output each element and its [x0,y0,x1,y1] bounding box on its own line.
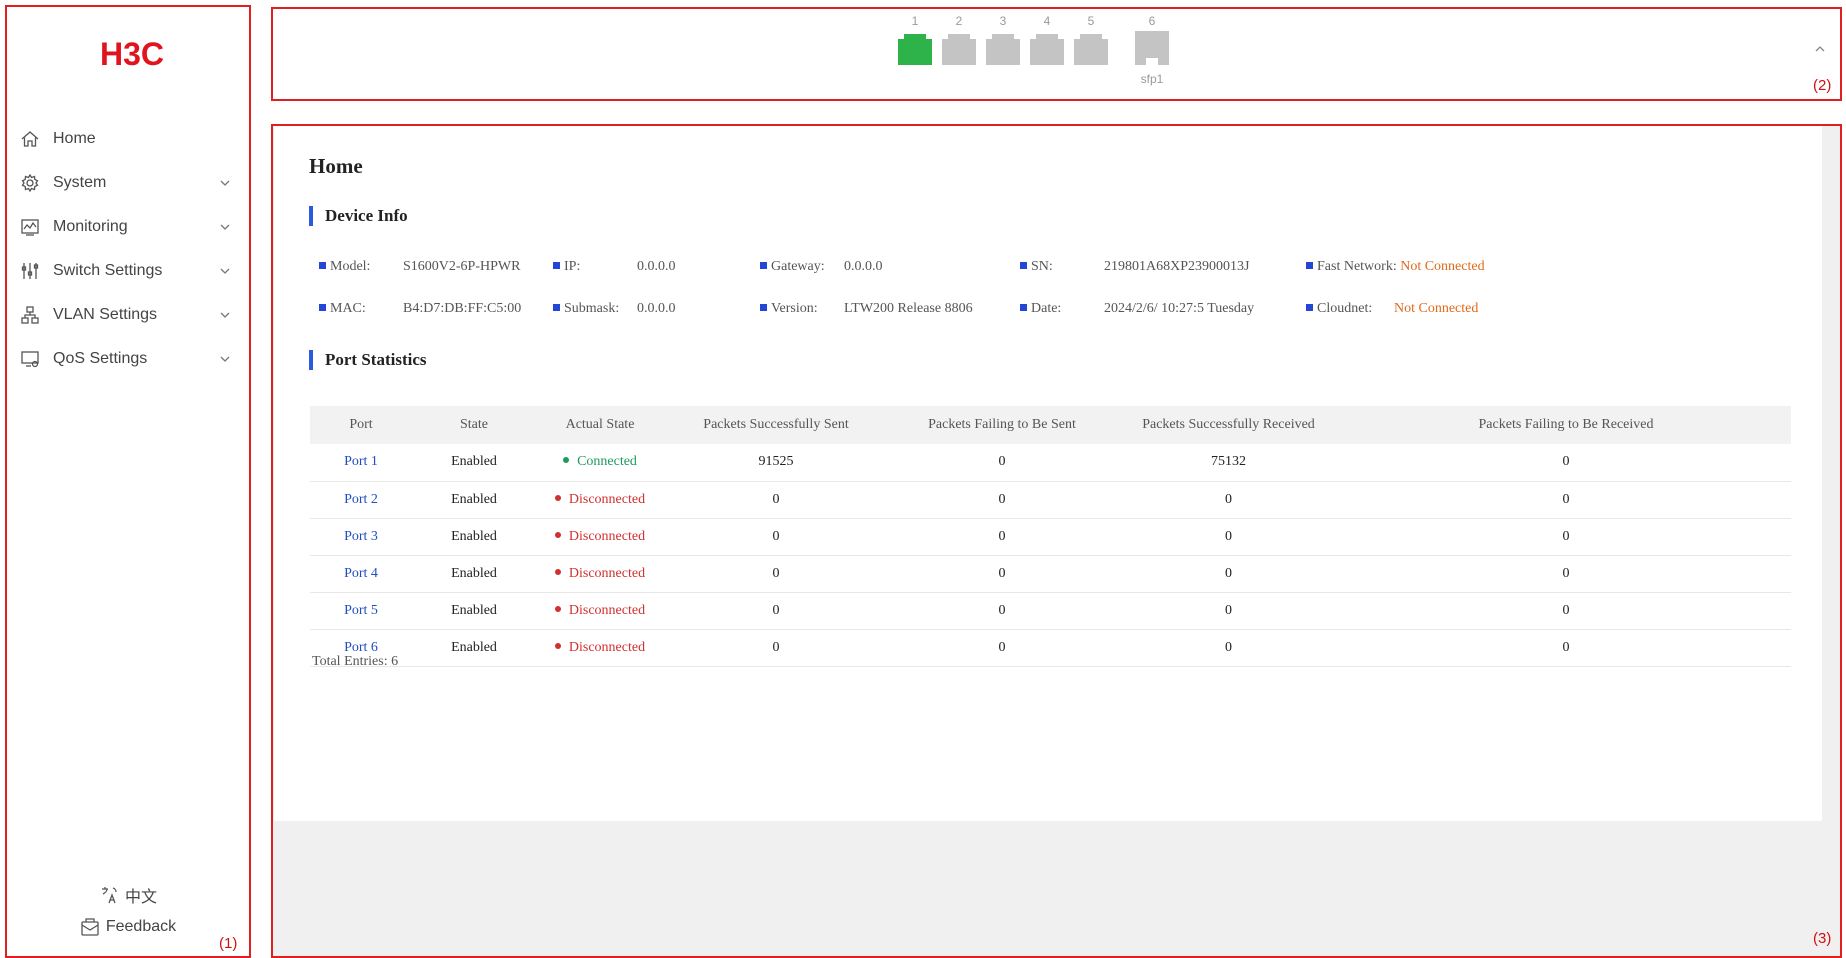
callout-label-3: (3) [1813,930,1832,947]
callout-box-port-panel [271,7,1842,101]
callout-box-sidebar [5,5,251,958]
callout-label-2: (2) [1813,77,1832,94]
callout-label-1: (1) [219,935,238,952]
callout-box-main [271,124,1842,958]
